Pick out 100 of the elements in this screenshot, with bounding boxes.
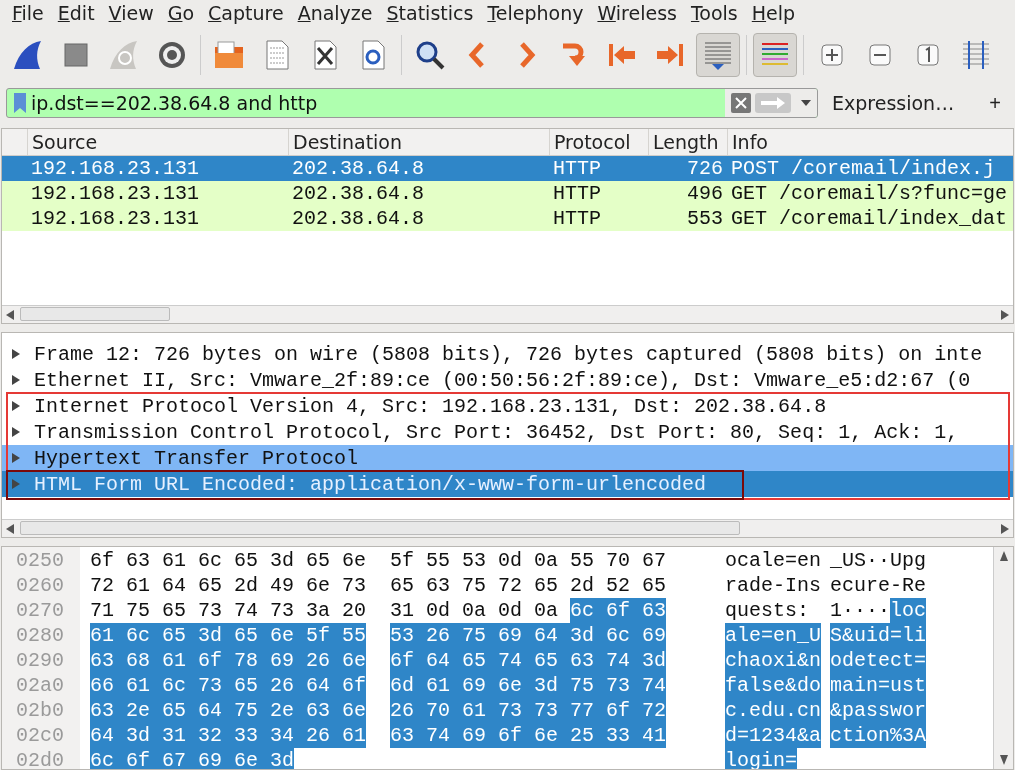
hex-bytes: 66 61 6c 73 65 26 64 6f bbox=[90, 673, 367, 698]
menu-item[interactable]: Tools bbox=[684, 2, 746, 24]
offset-label: 0290 bbox=[15, 648, 65, 673]
offset-label: 02b0 bbox=[15, 698, 65, 723]
scroll-right-icon[interactable] bbox=[1001, 523, 1009, 534]
hex-bytes: 65 63 75 72 65 2d 52 65 bbox=[390, 573, 667, 598]
hex-bytes: 6d 61 69 6e 3d 75 73 74 bbox=[390, 673, 667, 698]
filter-input[interactable]: ip.dst==202.38.64.8 and http bbox=[27, 89, 725, 117]
hex-bytes: 63 68 61 6f 78 69 26 6e bbox=[90, 648, 367, 673]
ascii-text: quests: bbox=[725, 598, 810, 623]
offset-label: 02c0 bbox=[15, 723, 65, 748]
hex-bytes: 5f 55 53 0d 0a 55 70 67 bbox=[390, 548, 667, 573]
column-header[interactable]: Source bbox=[27, 129, 288, 155]
hex-bytes: 64 3d 31 32 33 34 26 61 bbox=[90, 723, 367, 748]
scrollbar-thumb[interactable] bbox=[20, 307, 170, 321]
menu-item[interactable]: File bbox=[6, 2, 52, 24]
offset-label: 02a0 bbox=[15, 673, 65, 698]
ascii-text: chaoxi&n bbox=[725, 648, 821, 673]
scroll-right-icon[interactable] bbox=[1001, 309, 1009, 320]
table-cell-text: 202.38.64.8 bbox=[291, 206, 426, 231]
ascii-text: ction%3A bbox=[830, 723, 926, 748]
table-cell-text: 202.38.64.8 bbox=[291, 181, 426, 206]
column-header[interactable]: Length bbox=[648, 129, 727, 155]
expand-triangle-icon bbox=[10, 426, 22, 438]
menu-item[interactable]: Capture bbox=[202, 2, 292, 24]
horizontal-scrollbar[interactable] bbox=[2, 305, 1013, 323]
clear-icon[interactable] bbox=[731, 93, 751, 113]
ascii-text: &passwor bbox=[830, 698, 926, 723]
scroll-down-icon[interactable] bbox=[999, 755, 1008, 765]
column-header[interactable]: Destination bbox=[288, 129, 549, 155]
detail-row[interactable]: Frame 12: 726 bytes on wire (5808 bits), 726 bytes captured (5808 bits) on inte bbox=[2, 341, 1013, 367]
expand-triangle-icon bbox=[10, 400, 22, 412]
column-header[interactable]: Info bbox=[727, 129, 1013, 155]
ascii-text: odetect= bbox=[830, 648, 926, 673]
table-cell-text: 726 bbox=[686, 156, 724, 181]
table-cell-text: HTTP bbox=[552, 156, 602, 181]
hex-bytes: 31 0d 0a 0d 0a bbox=[390, 598, 560, 623]
ascii-text: loc bbox=[890, 598, 927, 623]
table-cell-text: 192.168.23.131 bbox=[30, 181, 201, 206]
ascii-text: ocale=en bbox=[725, 548, 821, 573]
table-cell-text: HTTP bbox=[552, 181, 602, 206]
table-cell-text: GET /coremail/s?func=ge bbox=[730, 181, 1009, 206]
menu-item[interactable]: Telephony bbox=[481, 2, 592, 24]
packet-row[interactable]: 192.168.23.131 202.38.64.8 HTTP 496 GET /coremail/s?func=ge bbox=[2, 181, 1013, 206]
column-header[interactable]: Protocol bbox=[549, 129, 648, 155]
vertical-scrollbar[interactable] bbox=[993, 547, 1013, 769]
hex-bytes: 71 75 65 73 74 73 3a 20 bbox=[90, 598, 367, 623]
menu-item[interactable]: Go bbox=[161, 2, 203, 24]
expand-triangle-icon bbox=[10, 348, 22, 360]
detail-row[interactable]: Transmission Control Protocol, Src Port: 36452, Dst Port: 80, Seq: 1, Ack: 1, bbox=[2, 419, 1013, 445]
menu-item[interactable]: Edit bbox=[51, 2, 103, 24]
hex-bytes: 6c 6f 67 69 6e 3d bbox=[90, 748, 295, 769]
hex-bytes: 6f 64 65 74 65 63 74 3d bbox=[390, 648, 667, 673]
scrollbar-thumb[interactable] bbox=[20, 521, 740, 535]
menu-item[interactable]: Statistics bbox=[380, 2, 482, 24]
offset-label: 0270 bbox=[15, 598, 65, 623]
table-cell-text: POST /coremail/index.j bbox=[730, 156, 997, 181]
ascii-text: _US··Upg bbox=[830, 548, 926, 573]
offset-label: 02d0 bbox=[15, 748, 65, 769]
detail-row[interactable]: Internet Protocol Version 4, Src: 192.168.23.131, Dst: 202.38.64.8 bbox=[2, 393, 1013, 419]
packet-row[interactable]: 192.168.23.131 202.38.64.8 HTTP 726 POST /coremail/index.j bbox=[2, 156, 1013, 181]
hex-bytes: 63 74 69 6f 6e 25 33 41 bbox=[390, 723, 667, 748]
table-cell-text: 192.168.23.131 bbox=[30, 156, 201, 181]
horizontal-scrollbar[interactable] bbox=[2, 519, 1013, 537]
menu-item[interactable]: Help bbox=[745, 2, 804, 24]
detail-row[interactable]: Hypertext Transfer Protocol bbox=[2, 445, 1013, 471]
table-cell-text: 496 bbox=[686, 181, 724, 206]
detail-row[interactable]: Ethernet II, Src: Vmware_2f:89:ce (00:50:56:2f:89:ce), Dst: Vmware_e5:d2:67 (0 bbox=[2, 367, 1013, 393]
display-filter-field[interactable]: ip.dst==202.38.64.8 and http bbox=[6, 88, 818, 118]
hex-bytes: 61 6c 65 3d 65 6e 5f 55 bbox=[90, 623, 367, 648]
offset-label: 0280 bbox=[15, 623, 65, 648]
ascii-text: false&do bbox=[725, 673, 821, 698]
table-cell-text: HTTP bbox=[552, 206, 602, 231]
expand-triangle-icon bbox=[10, 374, 22, 386]
dropdown-caret-icon[interactable] bbox=[801, 100, 811, 106]
menu-item[interactable]: Analyze bbox=[291, 2, 381, 24]
hex-bytes: 6c 6f 63 bbox=[570, 598, 667, 623]
add-button[interactable]: + bbox=[981, 91, 1009, 115]
hex-bytes: 53 26 75 69 64 3d 6c 69 bbox=[390, 623, 667, 648]
scroll-up-icon[interactable] bbox=[999, 551, 1008, 561]
ascii-text: d=1234&a bbox=[725, 723, 821, 748]
expand-triangle-icon bbox=[10, 452, 22, 464]
hex-bytes: 72 61 64 65 2d 49 6e 73 bbox=[90, 573, 367, 598]
table-cell-text: 202.38.64.8 bbox=[291, 156, 426, 181]
ascii-text: ecure-Re bbox=[830, 573, 926, 598]
ascii-text: main=ust bbox=[830, 673, 926, 698]
table-cell-text: 553 bbox=[686, 206, 724, 231]
packet-row[interactable]: 192.168.23.131 202.38.64.8 HTTP 553 GET /coremail/index_dat bbox=[2, 206, 1013, 231]
bookmark-icon bbox=[13, 92, 27, 114]
ascii-text: S&uid=li bbox=[830, 623, 926, 648]
expression-button[interactable]: Expression… bbox=[828, 92, 959, 114]
ascii-text: ale=en_U bbox=[725, 623, 821, 648]
expand-triangle-icon bbox=[10, 478, 22, 490]
menu-item[interactable]: View bbox=[102, 2, 162, 24]
ascii-text: c.edu.cn bbox=[725, 698, 821, 723]
offset-label: 0260 bbox=[15, 573, 65, 598]
ascii-text: 1···· bbox=[830, 598, 890, 623]
scroll-left-icon[interactable] bbox=[6, 523, 14, 534]
scroll-left-icon[interactable] bbox=[6, 309, 14, 320]
menu-item[interactable]: Wireless bbox=[591, 2, 685, 24]
